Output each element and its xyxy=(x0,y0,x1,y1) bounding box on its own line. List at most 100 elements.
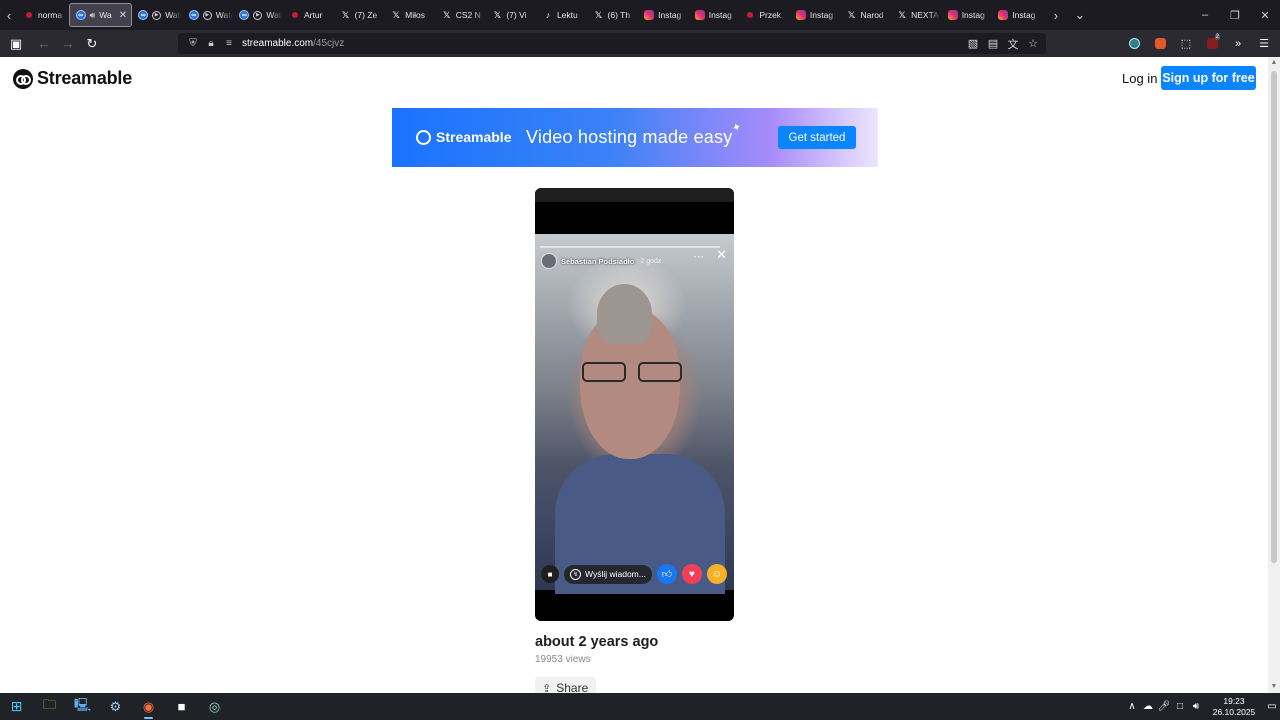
browser-tab[interactable]: norma xyxy=(18,3,68,27)
browser-tab[interactable]: 𝕏 (7) Vi xyxy=(486,3,537,27)
vpn-shield-extension-icon[interactable] xyxy=(1124,34,1144,54)
remote-desktop-icon[interactable]: 🖳︎ xyxy=(66,693,99,720)
play-icon: ▶ xyxy=(253,10,263,20)
forward-icon[interactable]: → xyxy=(56,32,80,56)
browser-tab[interactable]: ∞▶Watch xyxy=(233,3,284,27)
tray-overflow-icon[interactable]: ∧ xyxy=(1124,701,1140,712)
restore-icon[interactable]: ❐ xyxy=(1220,0,1250,30)
instagram-icon xyxy=(644,10,655,20)
bookmark-star-icon[interactable]: ☆ xyxy=(1026,37,1040,50)
share-label: Share xyxy=(556,681,589,693)
story-reply-bar: ■ ↯ Wyślij wiadom... 👍︎ ♥ ☺ xyxy=(541,563,734,585)
minimize-icon[interactable]: – xyxy=(1190,0,1220,30)
app-globe-icon[interactable]: ◎ xyxy=(198,693,231,720)
youtube-icon xyxy=(747,12,754,18)
lock-icon[interactable]: 🔒︎ xyxy=(206,38,216,49)
browser-tab[interactable]: 𝕏 (7) Ze xyxy=(335,3,385,27)
signup-button[interactable]: Sign up for free xyxy=(1161,66,1256,90)
volume-icon[interactable]: 🔊︎ xyxy=(1188,701,1204,712)
posted-time: about 2 years ago xyxy=(535,634,659,650)
extension-badge: 2 xyxy=(1214,33,1220,40)
browser-tab[interactable]: Artur xyxy=(284,3,334,27)
tab-close-icon[interactable]: ✕ xyxy=(119,10,127,21)
streamable-icon: ∞ xyxy=(75,10,86,20)
promo-banner[interactable]: Streamable Video hosting made easy ✦ Get… xyxy=(392,108,878,167)
reader-view-icon[interactable]: ▤ xyxy=(986,37,1000,50)
browser-tab[interactable]: 𝕏 NEXTA xyxy=(891,3,942,27)
reload-icon[interactable]: ↻ xyxy=(80,32,104,56)
extensions-puzzle-icon[interactable]: ⬚ xyxy=(1176,34,1196,54)
story-time: 2 godz. xyxy=(640,257,664,265)
tab-scroll-left-icon[interactable]: ‹ xyxy=(0,0,18,30)
taskbar-clock[interactable]: 19:23 26.10.2025 xyxy=(1210,696,1258,718)
steam-icon[interactable]: ⚙ xyxy=(99,693,132,720)
shield-icon[interactable]: ⛨ xyxy=(188,38,198,49)
clock-date: 26.10.2025 xyxy=(1212,706,1256,717)
story-progress-bar xyxy=(540,246,720,248)
logo-text: Streamable xyxy=(37,68,133,88)
picture-in-picture-icon[interactable]: ▧ xyxy=(966,37,980,50)
browser-tab[interactable]: 𝕏 Narod xyxy=(841,3,891,27)
share-icon: ⇪ xyxy=(542,682,552,694)
file-explorer-icon[interactable]: 🗀︎ xyxy=(33,693,66,720)
back-icon[interactable]: ← xyxy=(32,32,56,56)
browser-tab[interactable]: ∞▶Watch xyxy=(183,3,233,27)
play-icon: ▶ xyxy=(152,10,162,20)
video-player[interactable]: Sebastian Podsiadło 2 godz. ⋯ ✕ ■ ↯ Wyśl… xyxy=(535,188,734,621)
page-scrollbar[interactable]: ▲ ▼ xyxy=(1268,57,1280,693)
site-logo[interactable]: Streamable xyxy=(13,68,132,89)
browser-tab[interactable]: Instag xyxy=(942,3,992,27)
notion-icon[interactable]: ■ xyxy=(165,693,198,720)
hamburger-menu-icon[interactable]: ☰ xyxy=(1254,34,1274,54)
tab-fade xyxy=(170,3,183,27)
address-bar[interactable]: ⛨ 🔒︎ ≡ streamable.com/45cjvz ▧ ▤ 文 ☆ xyxy=(178,33,1046,54)
browser-tab[interactable]: ∞ 🔊︎ Wa ✕ xyxy=(68,3,132,27)
sidebar-toggle-icon[interactable]: ▣ xyxy=(4,32,28,56)
login-link[interactable]: Log in xyxy=(1122,71,1157,86)
tab-fade xyxy=(524,3,537,27)
speaker-icon[interactable]: 🔊︎ xyxy=(90,10,96,21)
tiktok-icon: ♪ xyxy=(545,10,551,20)
tab-strip: ‹ norma∞🔊︎Wa✕∞▶Watch∞▶Watch∞▶WatchArtur𝕏… xyxy=(0,0,1280,30)
onedrive-icon[interactable]: ☁ xyxy=(1140,701,1156,712)
instagram-icon xyxy=(694,10,705,20)
share-button[interactable]: ⇪ Share xyxy=(535,677,596,693)
firefox-icon[interactable]: ◉ xyxy=(132,693,165,720)
browser-tab[interactable]: ∞▶Watch xyxy=(132,3,183,27)
microphone-icon[interactable]: 🎤︎ xyxy=(1156,701,1172,712)
ublock-extension-icon[interactable]: 2 xyxy=(1202,33,1222,54)
browser-tab[interactable]: 𝕏 (6) Th xyxy=(588,3,638,27)
video-frame[interactable] xyxy=(535,234,734,594)
browser-tab[interactable]: Instag xyxy=(992,3,1043,27)
x-icon: 𝕏 xyxy=(493,9,501,20)
scroll-down-icon[interactable]: ▼ xyxy=(1268,681,1280,693)
streamable-icon: ∞ xyxy=(188,10,199,20)
browser-tab[interactable]: 𝕏 CS2 N xyxy=(436,3,486,27)
x-icon: 𝕏 xyxy=(898,9,906,20)
banner-logo-text: Streamable xyxy=(436,129,512,145)
scrollbar-thumb[interactable] xyxy=(1271,71,1277,563)
tab-fade xyxy=(574,3,587,27)
translate-icon[interactable]: 文 xyxy=(1006,36,1020,52)
notifications-icon[interactable]: ▭ xyxy=(1264,701,1280,712)
browser-tab[interactable]: 𝕏 Miłos xyxy=(385,3,436,27)
scroll-up-icon[interactable]: ▲ xyxy=(1268,57,1280,69)
fox-extension-icon[interactable] xyxy=(1150,34,1170,54)
overflow-chevron-icon[interactable]: » xyxy=(1228,34,1248,54)
browser-tab[interactable]: Instag xyxy=(689,3,739,27)
close-window-icon[interactable]: ✕ xyxy=(1250,0,1280,30)
avatar xyxy=(541,253,557,269)
windows-start-icon[interactable]: ⊞ xyxy=(0,693,33,720)
banner-tagline: Video hosting made easy xyxy=(526,127,733,147)
permissions-icon[interactable]: ≡ xyxy=(224,38,234,49)
browser-tab[interactable]: Przek xyxy=(739,3,790,27)
get-started-button[interactable]: Get started xyxy=(778,126,856,149)
browser-tab[interactable]: Instag xyxy=(638,3,689,27)
tab-list-dropdown-icon[interactable]: ⌄ xyxy=(1071,0,1089,30)
network-icon[interactable]: □ xyxy=(1172,701,1188,712)
browser-tab[interactable]: Instag xyxy=(790,3,840,27)
tab-scroll-right-icon[interactable]: › xyxy=(1047,0,1065,30)
tab-fade xyxy=(878,3,891,27)
tab-fade xyxy=(929,3,942,27)
browser-tab[interactable]: ♪ Lektu xyxy=(537,3,587,27)
